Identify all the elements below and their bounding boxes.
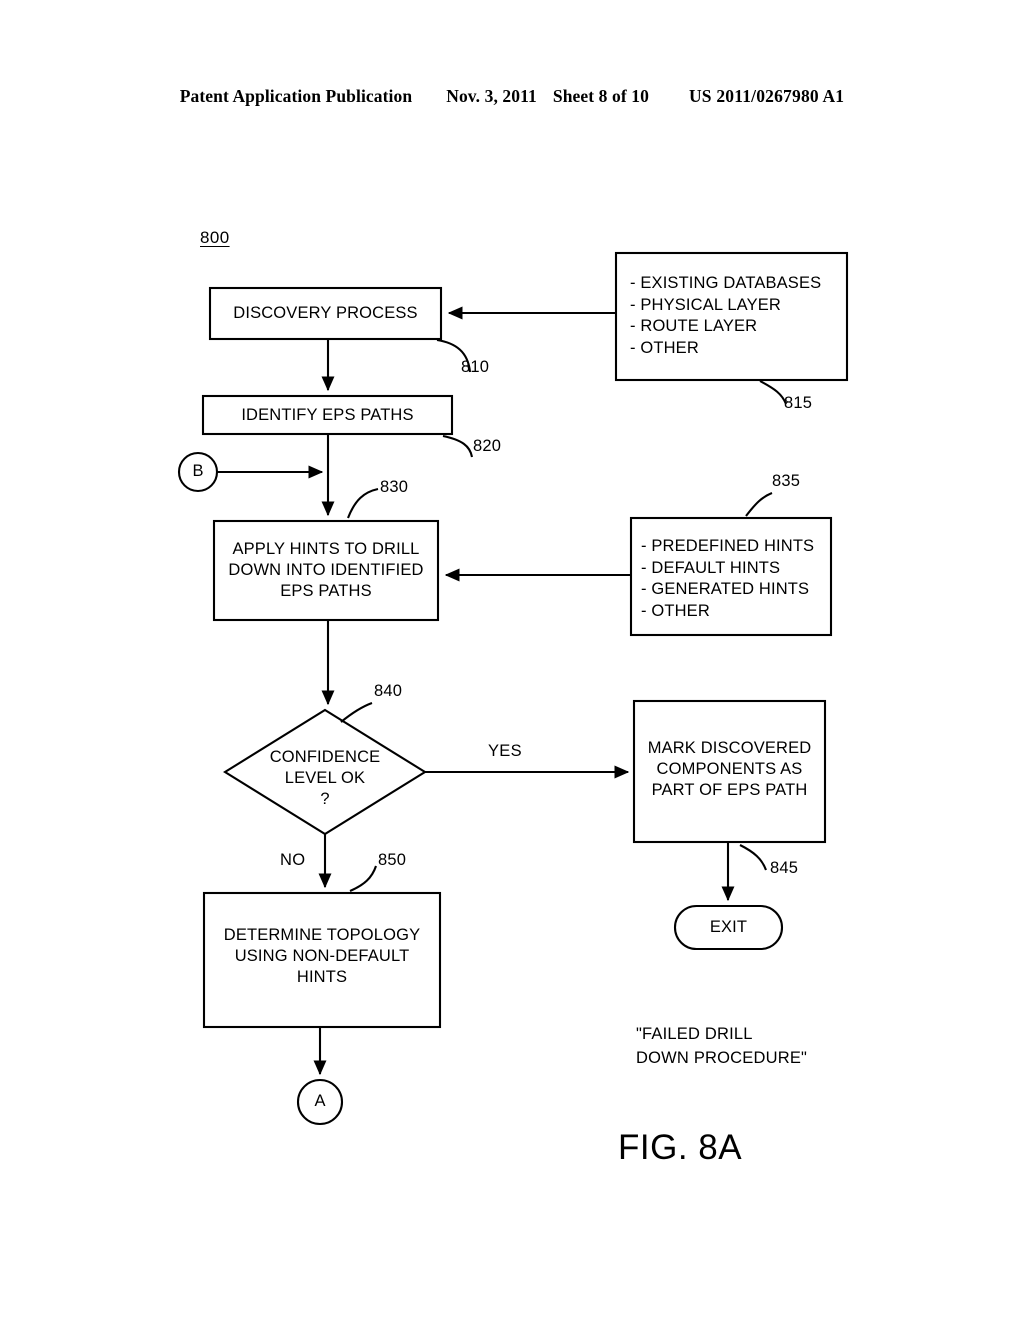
node-determine-topology-label: DETERMINE TOPOLOGY USING NON-DEFAULT HIN…	[223, 926, 421, 986]
figure-caption: FIG. 8A	[618, 1128, 743, 1167]
leader-820	[442, 434, 474, 458]
node-existing-databases-label: - EXISTING DATABASES - PHYSICAL LAYER - …	[630, 274, 822, 357]
leader-840	[340, 702, 373, 723]
diagram-id-800: 800	[200, 228, 230, 247]
leader-845	[739, 844, 767, 871]
leader-830	[347, 487, 379, 519]
node-discovery-process-label: DISCOVERY PROCESS	[233, 304, 418, 322]
ref-number-850: 850	[378, 851, 407, 869]
node-confidence-decision-label: CONFIDENCE LEVEL OK ?	[269, 748, 381, 808]
connector-b-label: B	[192, 462, 204, 480]
node-apply-hints-label: APPLY HINTS TO DRILL DOWN INTO IDENTIFIE…	[228, 540, 424, 600]
leader-835	[745, 492, 773, 517]
ref-number-815: 815	[784, 394, 813, 412]
flowchart-diagram	[177, 251, 849, 1126]
node-identify-eps-paths-label: IDENTIFY EPS PATHS	[241, 406, 414, 424]
edge-label-yes: YES	[488, 742, 522, 760]
ref-number-820: 820	[473, 437, 502, 455]
ref-number-840: 840	[374, 682, 403, 700]
node-mark-components-label: MARK DISCOVERED COMPONENTS AS PART OF EP…	[647, 739, 812, 799]
node-exit-label: EXIT	[709, 918, 748, 936]
leader-815	[759, 380, 787, 405]
node-hints-sources-label: - PREDEFINED HINTS - DEFAULT HINTS - GEN…	[641, 537, 815, 620]
ref-number-830: 830	[380, 478, 409, 496]
connector-a-label: A	[314, 1092, 326, 1110]
ref-number-835: 835	[772, 472, 801, 490]
leader-850	[349, 865, 377, 892]
figure-note: "FAILED DRILL DOWN PROCEDURE"	[636, 1025, 808, 1067]
ref-number-845: 845	[770, 859, 799, 877]
ref-number-810: 810	[461, 358, 490, 376]
edge-label-no: NO	[280, 851, 306, 869]
